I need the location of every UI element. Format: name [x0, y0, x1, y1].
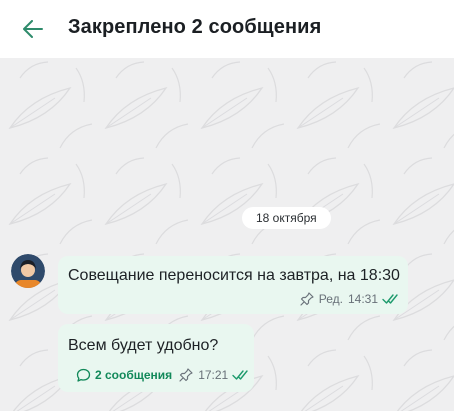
date-separator: 18 октября: [242, 207, 331, 229]
edited-label: Ред.: [318, 292, 343, 306]
message-time: 17:21: [198, 368, 229, 382]
pin-icon: [300, 292, 314, 306]
message-text: Всем будет удобно?: [68, 337, 219, 354]
message-meta: 2 сообщения 17:21: [76, 367, 250, 383]
message-meta: Ред. 14:31: [299, 291, 400, 307]
message-bubble[interactable]: Всем будет удобно? 2 сообщения 17:21: [58, 324, 254, 392]
double-check-icon: [382, 294, 398, 304]
message-bubble[interactable]: Совещание переносится на завтра, на 18:3…: [58, 256, 408, 314]
back-button[interactable]: [16, 12, 50, 46]
header-bar: Закреплено 2 сообщения: [0, 0, 454, 58]
chat-area[interactable]: 18 октября Совещание переносится на завт…: [0, 58, 454, 411]
comment-icon: [76, 368, 91, 382]
user-avatar-icon: [11, 254, 45, 288]
thread-label: 2 сообщения: [95, 368, 173, 382]
arrow-left-icon: [23, 20, 43, 38]
thread-replies-link[interactable]: 2 сообщения: [76, 368, 172, 383]
pin-icon: [179, 368, 193, 382]
double-check-icon: [232, 370, 248, 380]
message-text: Совещание переносится на завтра, на 18:3…: [68, 267, 400, 284]
avatar[interactable]: [11, 254, 45, 288]
message-time: 14:31: [347, 292, 378, 306]
page-title: Закреплено 2 сообщения: [68, 16, 322, 38]
